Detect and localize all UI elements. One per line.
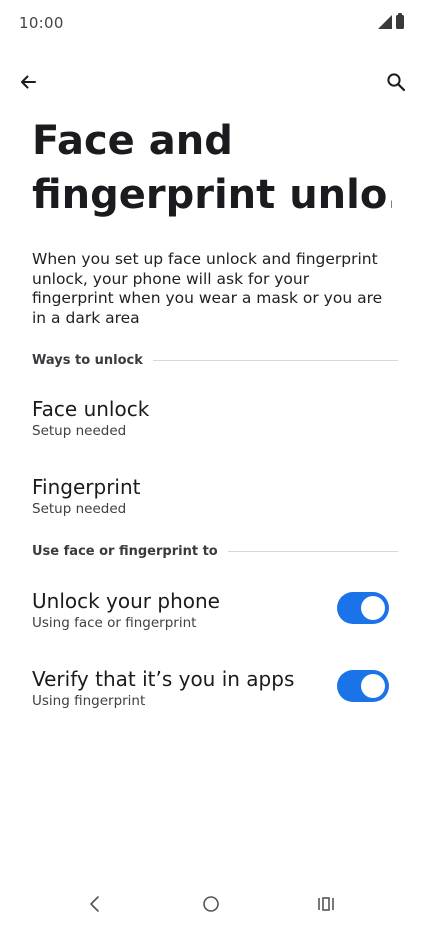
battery-icon — [396, 13, 404, 29]
arrow-back-icon — [21, 75, 36, 89]
navigation-bar — [0, 880, 422, 928]
unlock-phone-summary: Using face or fingerprint — [32, 615, 197, 631]
fingerprint-item[interactable]: Fingerprint Setup needed — [32, 474, 392, 518]
verify-apps-toggle[interactable] — [337, 670, 389, 702]
unlock-phone-toggle[interactable] — [337, 592, 389, 624]
face-unlock-title: Face unlock — [32, 397, 150, 421]
section-divider — [152, 360, 398, 361]
recents-icon — [318, 897, 334, 911]
unlock-phone-item[interactable]: Unlock your phone Using face or fingerpr… — [32, 588, 322, 632]
section-header-label: Ways to unlock — [32, 353, 143, 368]
verify-apps-item[interactable]: Verify that it’s you in apps Using finge… — [32, 666, 322, 710]
signal-icon — [378, 15, 392, 29]
chevron-left-icon — [90, 896, 99, 912]
search-icon — [387, 73, 406, 92]
status-bar: 10:00 — [0, 0, 422, 46]
section-divider — [227, 551, 398, 552]
page-title: Face and fingerprint unlo... — [32, 114, 392, 222]
fingerprint-title: Fingerprint — [32, 475, 141, 499]
verify-apps-summary: Using fingerprint — [32, 693, 146, 709]
toggle-knob — [361, 674, 385, 698]
unlock-phone-title: Unlock your phone — [32, 589, 220, 613]
section-header-use-for: Use face or fingerprint to — [32, 544, 398, 559]
circle-home-icon — [203, 896, 219, 912]
status-icons — [378, 13, 404, 29]
status-time: 10:00 — [19, 14, 64, 32]
nav-home-button[interactable] — [195, 888, 227, 920]
section-header-label: Use face or fingerprint to — [32, 544, 218, 559]
page-title-line-2: fingerprint unlo... — [32, 172, 392, 218]
verify-apps-title: Verify that it’s you in apps — [32, 667, 295, 691]
nav-recents-button[interactable] — [310, 888, 342, 920]
toggle-knob — [361, 596, 385, 620]
face-unlock-item[interactable]: Face unlock Setup needed — [32, 396, 392, 440]
nav-back-button[interactable] — [79, 888, 111, 920]
page-title-line-1: Face and — [32, 118, 233, 164]
search-button[interactable] — [382, 68, 410, 96]
face-unlock-summary: Setup needed — [32, 423, 127, 439]
section-header-ways-to-unlock: Ways to unlock — [32, 353, 398, 368]
back-button[interactable] — [14, 68, 42, 96]
fingerprint-summary: Setup needed — [32, 501, 127, 517]
page-description: When you set up face unlock and fingerpr… — [32, 250, 383, 327]
toolbar — [0, 60, 422, 104]
